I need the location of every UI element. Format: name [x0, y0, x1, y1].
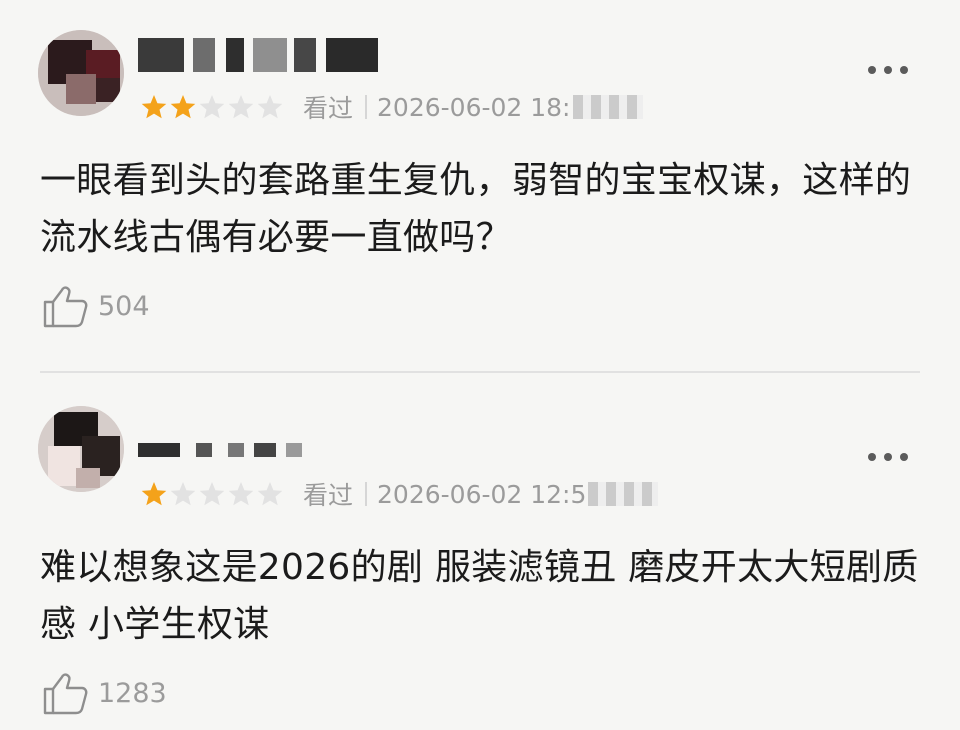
star-empty-icon: [170, 482, 196, 506]
more-dots-icon[interactable]: [868, 63, 908, 77]
like-row[interactable]: 504: [40, 281, 150, 331]
review-card: 看过 2026-06-02 12:5 难以想象这是2026的剧 服装滤镜丑 磨皮…: [0, 372, 960, 730]
star-filled-icon: [141, 95, 167, 119]
time-mask: [572, 95, 643, 119]
meta-row: 看过 2026-06-02 12:5: [140, 477, 659, 511]
like-count: 1283: [98, 677, 167, 709]
like-row[interactable]: 1283: [40, 668, 167, 718]
meta-row: 看过 2026-06-02 18:: [140, 90, 643, 124]
star-empty-icon: [257, 482, 283, 506]
meta-separator: [365, 482, 368, 506]
avatar[interactable]: [38, 30, 124, 116]
username-blurred[interactable]: [138, 38, 383, 72]
star-empty-icon: [228, 482, 254, 506]
meta-separator: [365, 95, 368, 119]
star-empty-icon: [199, 95, 225, 119]
rating-stars: [140, 480, 285, 508]
avatar[interactable]: [38, 406, 124, 492]
time-mask: [588, 482, 659, 506]
thumbs-up-icon[interactable]: [40, 668, 90, 718]
review-time: 2026-06-02 18:: [377, 92, 571, 122]
star-empty-icon: [257, 95, 283, 119]
star-filled-icon: [141, 482, 167, 506]
rating-stars: [140, 93, 285, 121]
star-empty-icon: [228, 95, 254, 119]
review-card: 看过 2026-06-02 18: 一眼看到头的套路重生复仇，弱智的宝宝权谋，这…: [0, 0, 960, 372]
star-filled-icon: [170, 95, 196, 119]
watched-label: 看过: [303, 94, 354, 123]
review-text: 一眼看到头的套路重生复仇，弱智的宝宝权谋，这样的流水线古偶有必要一直做吗？: [40, 160, 912, 258]
like-count: 504: [98, 290, 150, 322]
star-empty-icon: [199, 482, 225, 506]
watched-label: 看过: [303, 481, 354, 510]
review-time: 2026-06-02 12:5: [377, 479, 587, 509]
username-blurred[interactable]: [138, 438, 308, 472]
more-dots-icon[interactable]: [868, 450, 908, 464]
thumbs-up-icon[interactable]: [40, 281, 90, 331]
review-text: 难以想象这是2026的剧 服装滤镜丑 磨皮开太大短剧质感 小学生权谋: [40, 547, 919, 645]
